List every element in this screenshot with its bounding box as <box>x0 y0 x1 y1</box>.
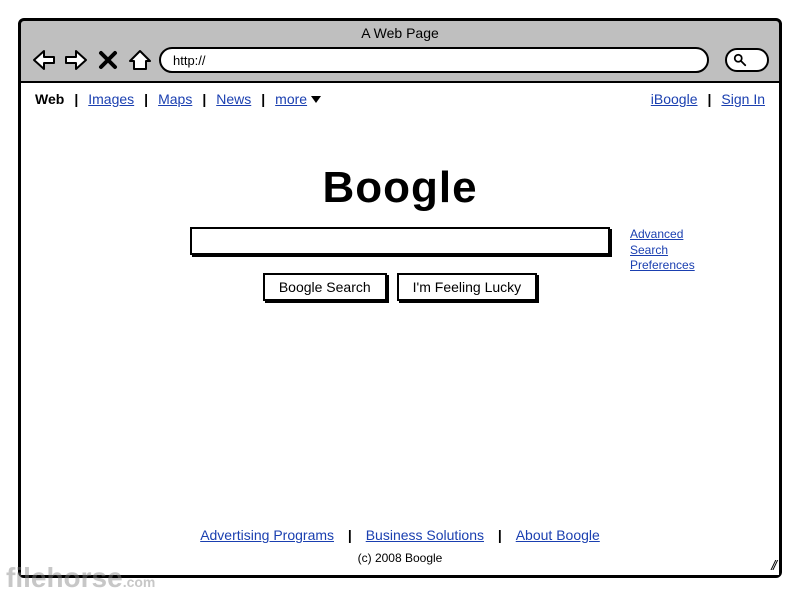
nav-separator: | <box>340 527 360 543</box>
chevron-down-icon <box>311 96 321 103</box>
browser-toolbar <box>21 43 779 81</box>
logo: Boogle <box>322 163 477 213</box>
nav-more-label: more <box>275 91 307 107</box>
nav-separator: | <box>490 527 510 543</box>
link-preferences[interactable]: Preferences <box>630 258 695 274</box>
lucky-button[interactable]: I'm Feeling Lucky <box>397 273 538 301</box>
search-input[interactable] <box>190 227 610 255</box>
footer-links: Advertising Programs | Business Solution… <box>21 527 779 543</box>
footer-business[interactable]: Business Solutions <box>364 527 486 543</box>
nav-maps[interactable]: Maps <box>156 91 194 107</box>
top-nav: Web | Images | Maps | News | more iBoogl… <box>21 83 779 115</box>
link-advanced-search[interactable]: Advanced Search <box>630 227 695 258</box>
nav-separator: | <box>136 91 156 107</box>
main-area: Boogle Advanced Search Preferences Boogl… <box>21 115 779 527</box>
search-side-links: Advanced Search Preferences <box>630 227 695 274</box>
nav-separator: | <box>66 91 86 107</box>
nav-separator: | <box>699 91 719 107</box>
search-button[interactable]: Boogle Search <box>263 273 387 301</box>
back-icon[interactable] <box>31 49 57 71</box>
url-input[interactable] <box>159 47 709 73</box>
nav-images[interactable]: Images <box>86 91 136 107</box>
footer-about[interactable]: About Boogle <box>514 527 602 543</box>
footer-advertising[interactable]: Advertising Programs <box>198 527 336 543</box>
toolbar-search-button[interactable] <box>725 48 769 72</box>
nav-news[interactable]: News <box>214 91 253 107</box>
search-row: Advanced Search Preferences <box>190 227 610 255</box>
window-title: A Web Page <box>21 21 779 43</box>
home-icon[interactable] <box>127 49 153 71</box>
nav-iboogle[interactable]: iBoogle <box>649 91 700 107</box>
copyright: (c) 2008 Boogle <box>21 551 779 565</box>
resize-grip-icon[interactable]: // <box>771 557 775 573</box>
nav-more[interactable]: more <box>273 91 323 107</box>
nav-web[interactable]: Web <box>33 91 66 107</box>
nav-separator: | <box>194 91 214 107</box>
nav-signin[interactable]: Sign In <box>719 91 767 107</box>
stop-icon[interactable] <box>95 49 121 71</box>
button-row: Boogle Search I'm Feeling Lucky <box>263 273 537 301</box>
forward-icon[interactable] <box>63 49 89 71</box>
browser-window: A Web Page Web | Images | Maps | <box>18 18 782 578</box>
nav-separator: | <box>253 91 273 107</box>
footer: Advertising Programs | Business Solution… <box>21 527 779 575</box>
page-content: Web | Images | Maps | News | more iBoogl… <box>21 81 779 575</box>
